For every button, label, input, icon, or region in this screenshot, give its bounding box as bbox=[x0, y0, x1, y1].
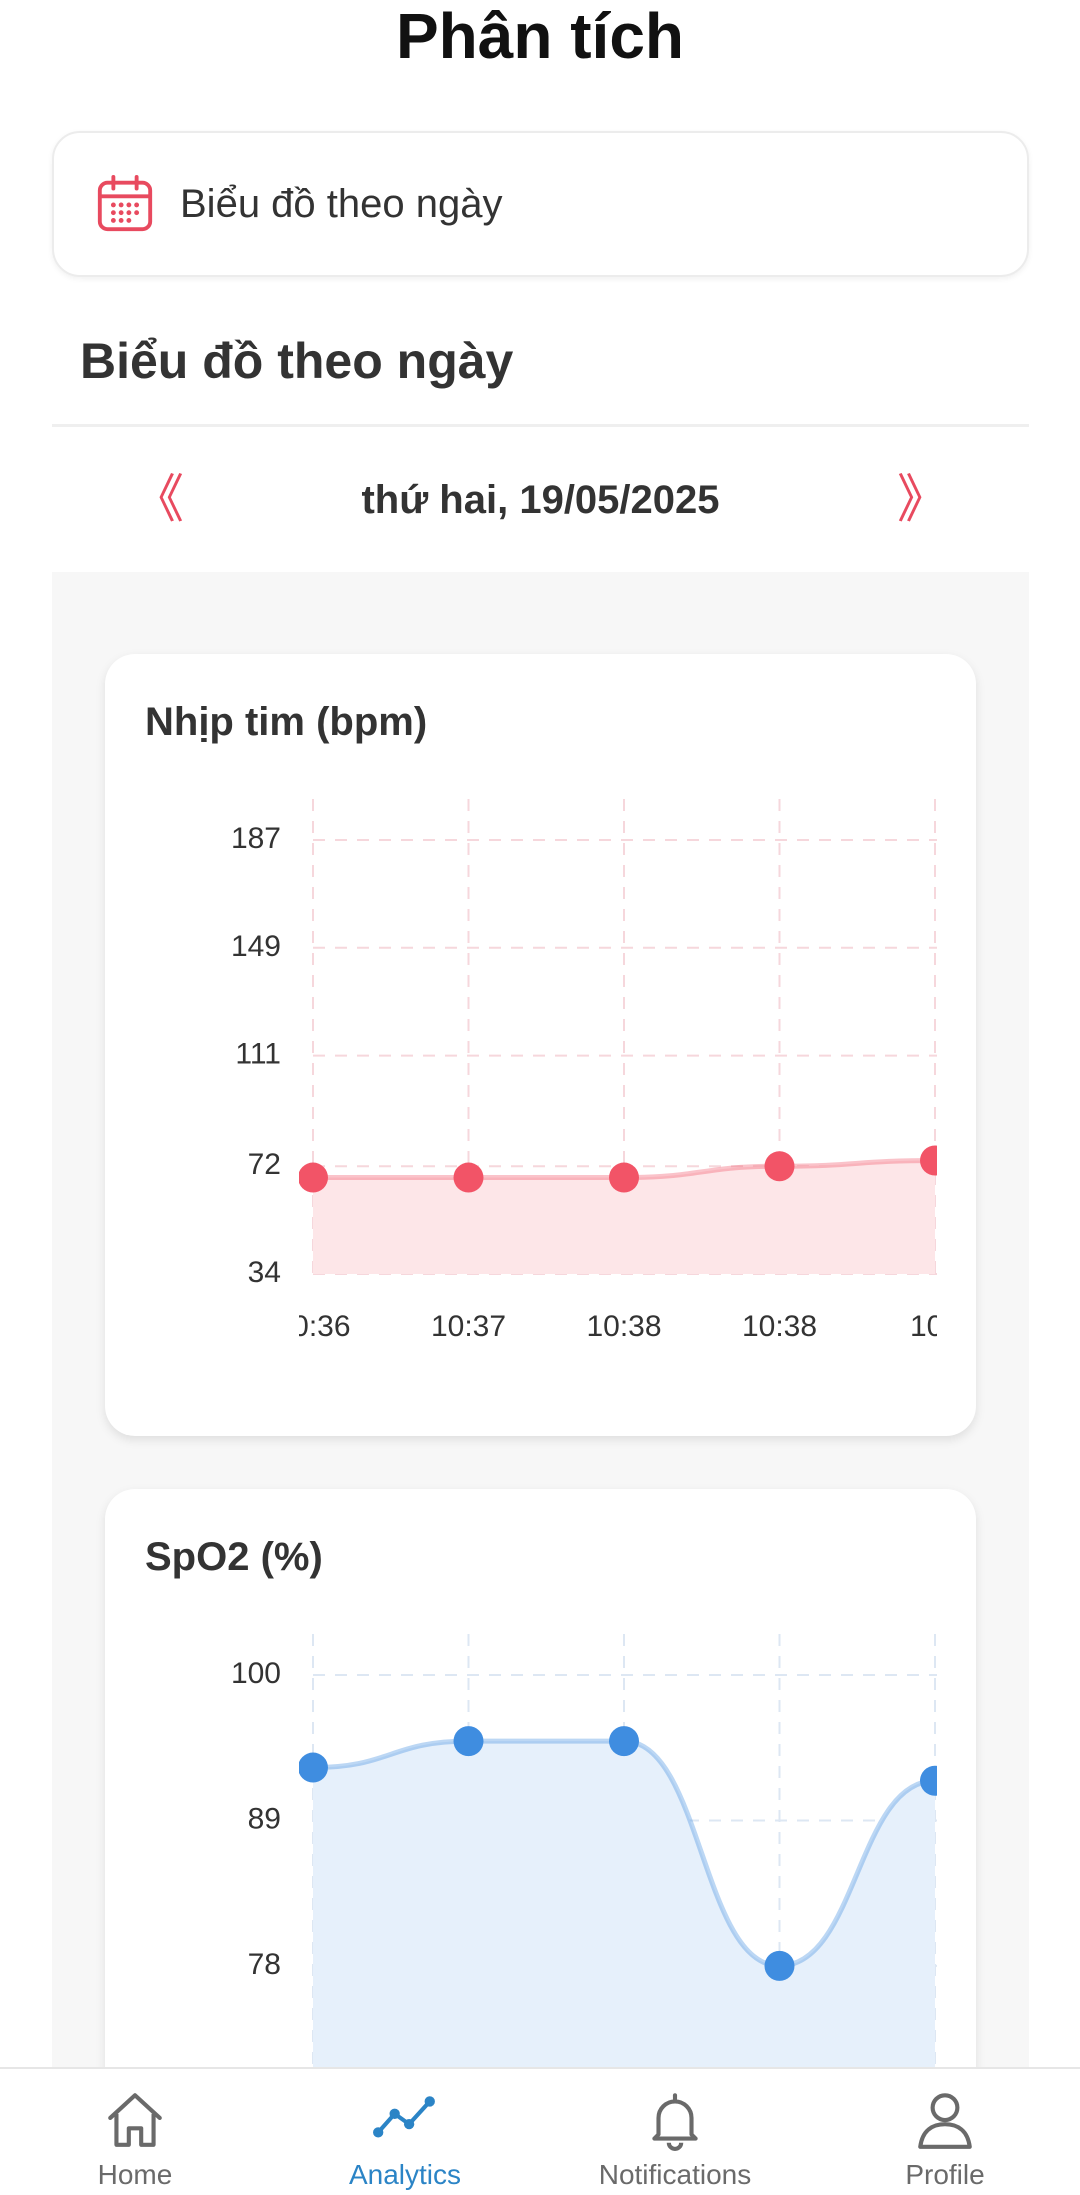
hr-xtick-1: 10:37 bbox=[431, 1310, 506, 1343]
hr-xtick-2: 10:38 bbox=[586, 1310, 661, 1343]
hr-ytick-3: 72 bbox=[248, 1148, 281, 1181]
nav-analytics-label: Analytics bbox=[348, 2159, 462, 2190]
nav-notifications-label: Notifications bbox=[598, 2159, 752, 2190]
hr-ytick-4: 34 bbox=[248, 1256, 281, 1289]
spo2-ytick-1: 89 bbox=[248, 1802, 281, 1835]
spo2-chart: 100897866 bbox=[231, 1634, 937, 2129]
nav-notifications[interactable]: Notifications bbox=[540, 2069, 810, 2195]
hr-point-0 bbox=[299, 1162, 328, 1193]
spo2-ytick-2: 78 bbox=[248, 1948, 281, 1981]
hr-xtick-4: 10:: bbox=[910, 1310, 960, 1343]
date-navigator: 《 thứ hai, 19/05/2025 》 bbox=[52, 428, 1029, 572]
prev-day-button[interactable]: 《 bbox=[132, 474, 184, 526]
spo2-point-4 bbox=[920, 1765, 937, 1796]
spo2-card: SpO2 (%) 100897866 bbox=[105, 1489, 976, 2129]
nav-home[interactable]: Home bbox=[0, 2069, 270, 2195]
hr-xtick-3: 10:38 bbox=[742, 1310, 817, 1343]
section-title: Biểu đồ theo ngày bbox=[80, 333, 514, 389]
spo2-point-0 bbox=[299, 1752, 328, 1783]
hr-series bbox=[299, 1145, 937, 1274]
bell-icon bbox=[652, 2093, 698, 2151]
home-icon bbox=[108, 2093, 162, 2147]
nav-profile-label: Profile bbox=[905, 2159, 985, 2190]
analytics-screen: Phân tích Biểu đồ theo ngày Biểu đồ theo… bbox=[0, 0, 1080, 2195]
heart-rate-card: Nhịp tim (bpm) 187 149 111 72 34 10:36 10:37 10… bbox=[105, 654, 976, 1436]
hr-point-4 bbox=[920, 1145, 937, 1176]
heart-rate-chart: 187149111723410:36 10:37 10:38 10:38 10:: bbox=[231, 799, 960, 1343]
hr-ytick-0: 187 bbox=[231, 822, 281, 855]
spo2-ytick-0: 100 bbox=[231, 1657, 281, 1690]
divider bbox=[52, 424, 1029, 427]
chart-mode-selector[interactable]: Biểu đồ theo ngày bbox=[52, 131, 1029, 277]
hr-xtick-0: 10:36 bbox=[275, 1310, 350, 1343]
spo2-point-2 bbox=[609, 1726, 639, 1757]
analytics-icon bbox=[373, 2096, 435, 2138]
bottom-navigation: Home Analytics Notifications Profile bbox=[0, 2067, 1080, 2195]
hr-ytick-2: 111 bbox=[235, 1038, 281, 1071]
hr-point-3 bbox=[764, 1151, 795, 1182]
hr-ytick-1: 149 bbox=[231, 930, 281, 963]
calendar-icon bbox=[97, 174, 153, 232]
nav-analytics[interactable]: Analytics bbox=[270, 2069, 540, 2195]
next-day-button[interactable]: 》 bbox=[897, 474, 949, 526]
hr-point-2 bbox=[609, 1162, 639, 1193]
current-date: thứ hai, 19/05/2025 bbox=[361, 477, 720, 522]
nav-profile[interactable]: Profile bbox=[810, 2069, 1080, 2195]
nav-home-label: Home bbox=[97, 2159, 173, 2190]
user-icon bbox=[918, 2093, 972, 2149]
page-title: Phân tích bbox=[395, 0, 685, 72]
spo2-point-1 bbox=[453, 1726, 484, 1757]
spo2-point-3 bbox=[764, 1950, 795, 1981]
hr-xticks: 10:36 10:37 10:38 10:38 10:: bbox=[275, 1310, 960, 1343]
chart-mode-label: Biểu đồ theo ngày bbox=[180, 181, 503, 226]
hr-point-1 bbox=[453, 1162, 484, 1193]
